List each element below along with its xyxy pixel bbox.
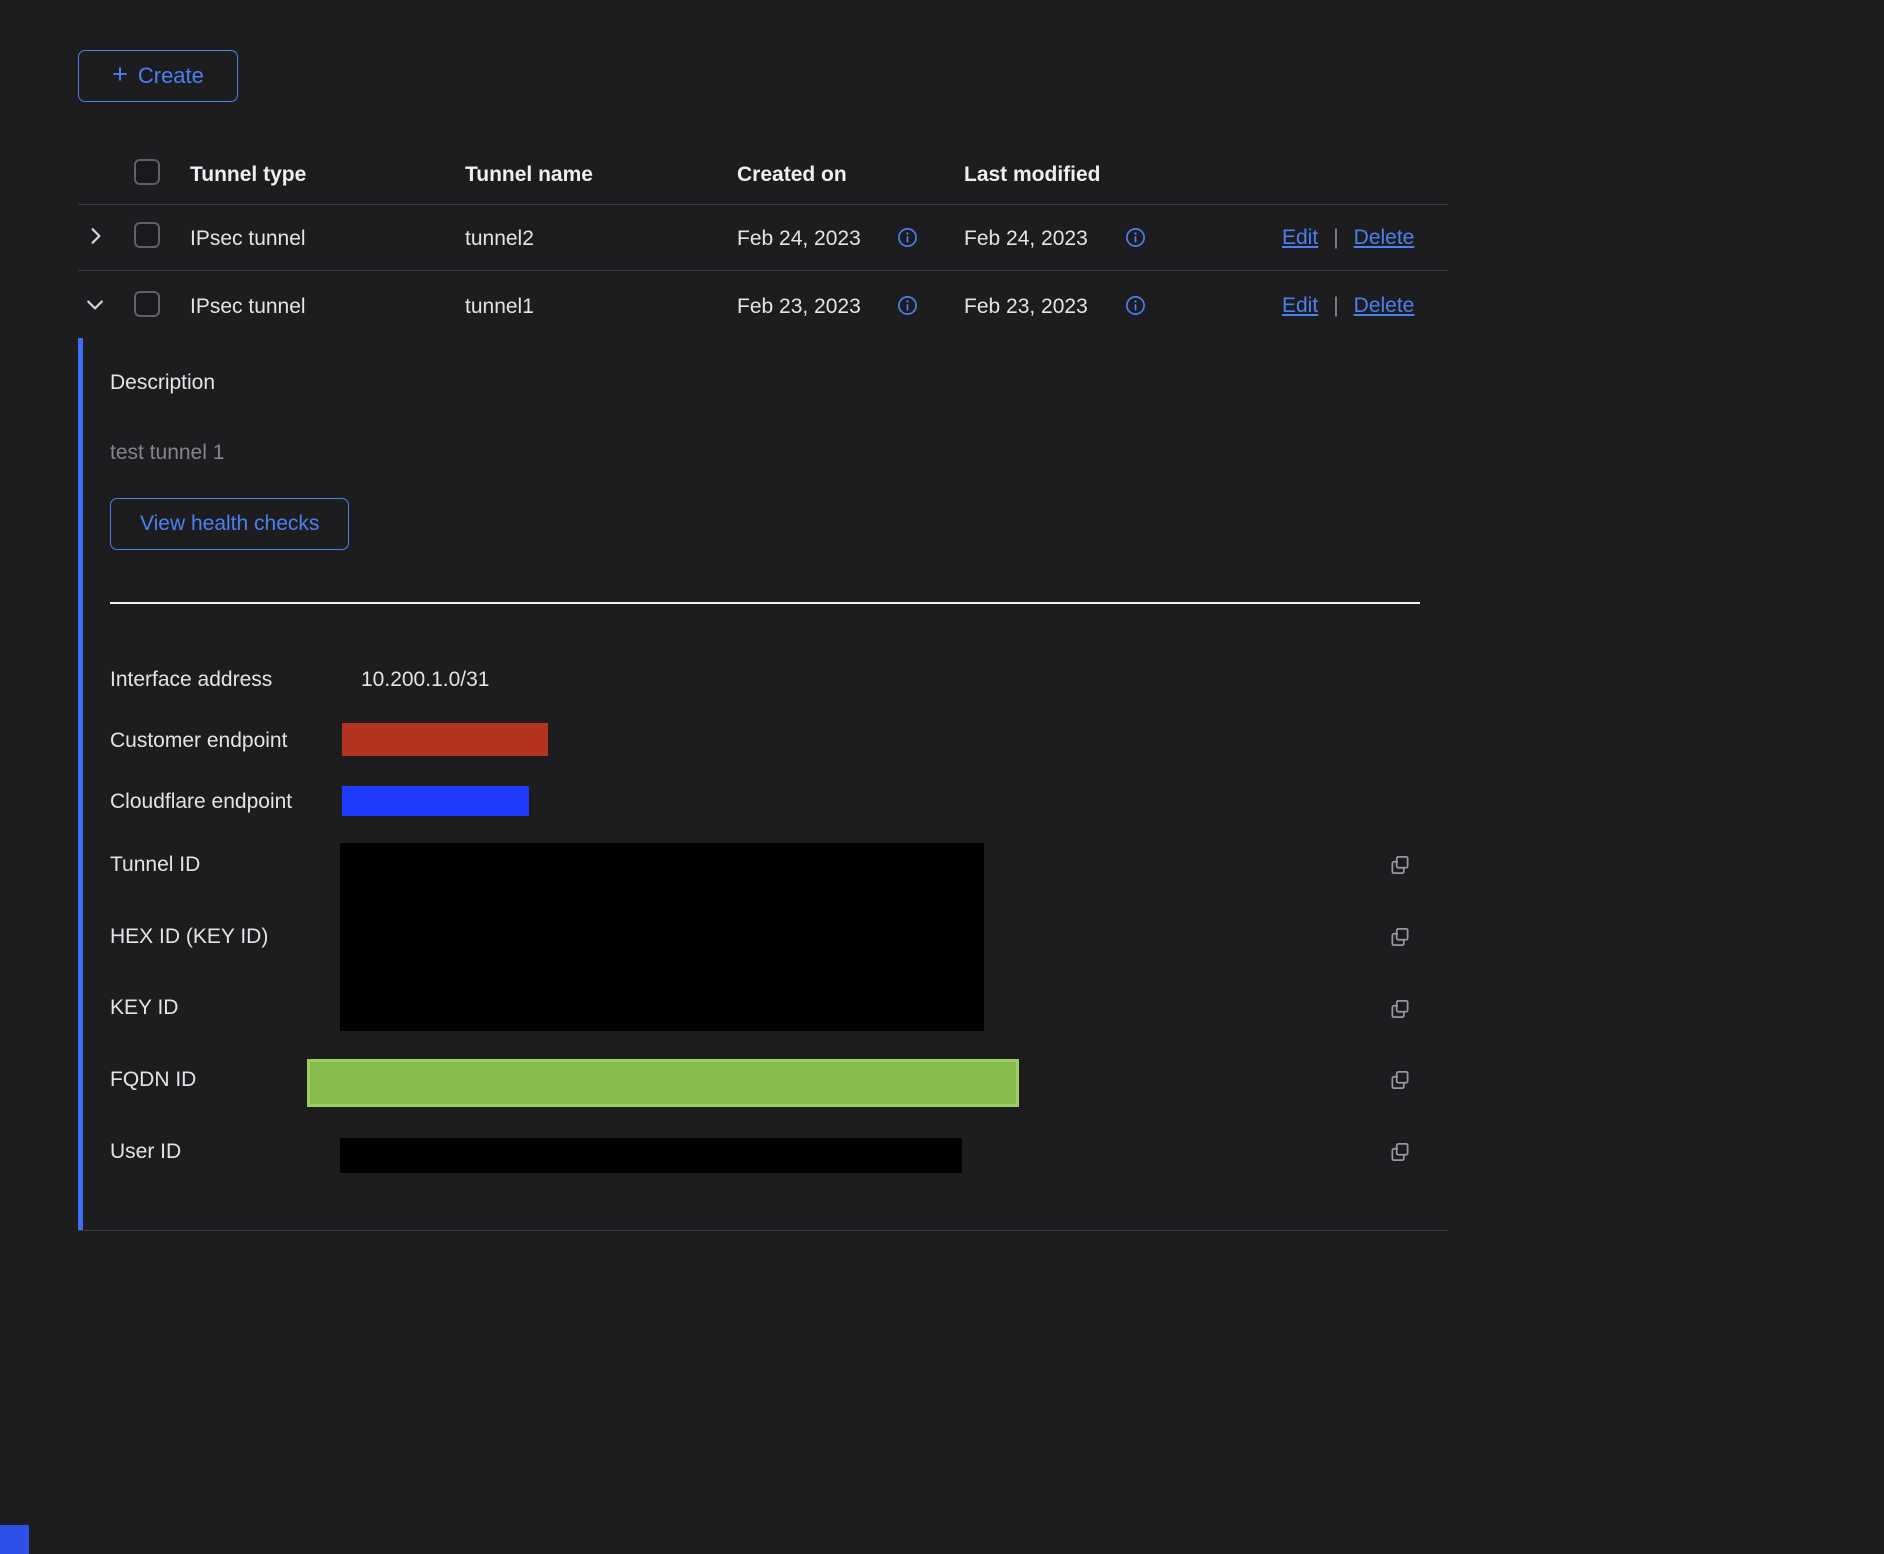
- created-on-info-icon[interactable]: [897, 295, 918, 321]
- created-on-info-icon[interactable]: [897, 227, 918, 253]
- view-health-checks-button[interactable]: View health checks: [110, 498, 349, 550]
- edit-link[interactable]: Edit: [1282, 294, 1318, 318]
- col-header-created-on: Created on: [737, 162, 847, 188]
- customer-endpoint-label: Customer endpoint: [110, 728, 287, 754]
- edit-link[interactable]: Edit: [1282, 226, 1318, 250]
- row-created-on: Feb 23, 2023: [737, 294, 861, 320]
- actions-separator: |: [1333, 294, 1338, 318]
- tunnel-id-redaction: [340, 843, 984, 1031]
- col-header-tunnel-name: Tunnel name: [465, 162, 593, 188]
- view-health-checks-label: View health checks: [140, 512, 319, 536]
- row-tunnel-type: IPsec tunnel: [190, 226, 306, 252]
- row-tunnel-type: IPsec tunnel: [190, 294, 306, 320]
- row-checkbox[interactable]: [134, 222, 160, 248]
- delete-link[interactable]: Delete: [1354, 294, 1415, 318]
- expanded-row-accent-bar: [78, 338, 83, 1231]
- interface-address-label: Interface address: [110, 667, 272, 693]
- cloudflare-endpoint-redaction: [342, 786, 529, 816]
- plus-icon: +: [112, 61, 128, 88]
- detail-divider: [110, 602, 1420, 604]
- row-expand-chevron-right-icon[interactable]: [87, 227, 105, 250]
- row-last-modified: Feb 23, 2023: [964, 294, 1088, 320]
- tunnels-page: + Create Tunnel type Tunnel name Created…: [0, 0, 1884, 1554]
- row-actions: Edit | Delete: [1282, 294, 1414, 318]
- panel-bottom-divider: [78, 1230, 1448, 1231]
- bottom-left-blue-artifact: [0, 1525, 29, 1554]
- create-button[interactable]: + Create: [78, 50, 238, 102]
- description-label: Description: [110, 370, 215, 396]
- user-id-label: User ID: [110, 1139, 181, 1165]
- user-id-redaction: [340, 1138, 962, 1173]
- header-divider: [78, 204, 1448, 205]
- description-value: test tunnel 1: [110, 440, 224, 466]
- delete-link[interactable]: Delete: [1354, 226, 1415, 250]
- hex-id-copy-icon[interactable]: [1388, 925, 1412, 954]
- last-modified-info-icon[interactable]: [1125, 295, 1146, 321]
- user-id-copy-icon[interactable]: [1388, 1140, 1412, 1169]
- tunnel-id-label: Tunnel ID: [110, 852, 200, 878]
- customer-endpoint-redaction: [342, 723, 548, 756]
- cloudflare-endpoint-label: Cloudflare endpoint: [110, 789, 292, 815]
- row-divider: [78, 270, 1448, 271]
- hex-id-label: HEX ID (KEY ID): [110, 924, 268, 950]
- row-last-modified: Feb 24, 2023: [964, 226, 1088, 252]
- create-button-label: Create: [138, 63, 204, 89]
- fqdn-id-label: FQDN ID: [110, 1067, 196, 1093]
- select-all-checkbox[interactable]: [134, 159, 160, 185]
- key-id-copy-icon[interactable]: [1388, 997, 1412, 1026]
- actions-separator: |: [1333, 226, 1338, 250]
- row-created-on: Feb 24, 2023: [737, 226, 861, 252]
- col-header-last-modified: Last modified: [964, 162, 1101, 188]
- fqdn-id-redaction: [307, 1059, 1019, 1107]
- fqdn-id-copy-icon[interactable]: [1388, 1068, 1412, 1097]
- interface-address-value: 10.200.1.0/31: [361, 667, 489, 693]
- row-tunnel-name: tunnel2: [465, 226, 534, 252]
- row-actions: Edit | Delete: [1282, 226, 1414, 250]
- row-checkbox[interactable]: [134, 291, 160, 317]
- col-header-tunnel-type: Tunnel type: [190, 162, 306, 188]
- key-id-label: KEY ID: [110, 995, 178, 1021]
- row-collapse-chevron-down-icon[interactable]: [86, 296, 104, 319]
- row-tunnel-name: tunnel1: [465, 294, 534, 320]
- last-modified-info-icon[interactable]: [1125, 227, 1146, 253]
- tunnel-id-copy-icon[interactable]: [1388, 853, 1412, 882]
